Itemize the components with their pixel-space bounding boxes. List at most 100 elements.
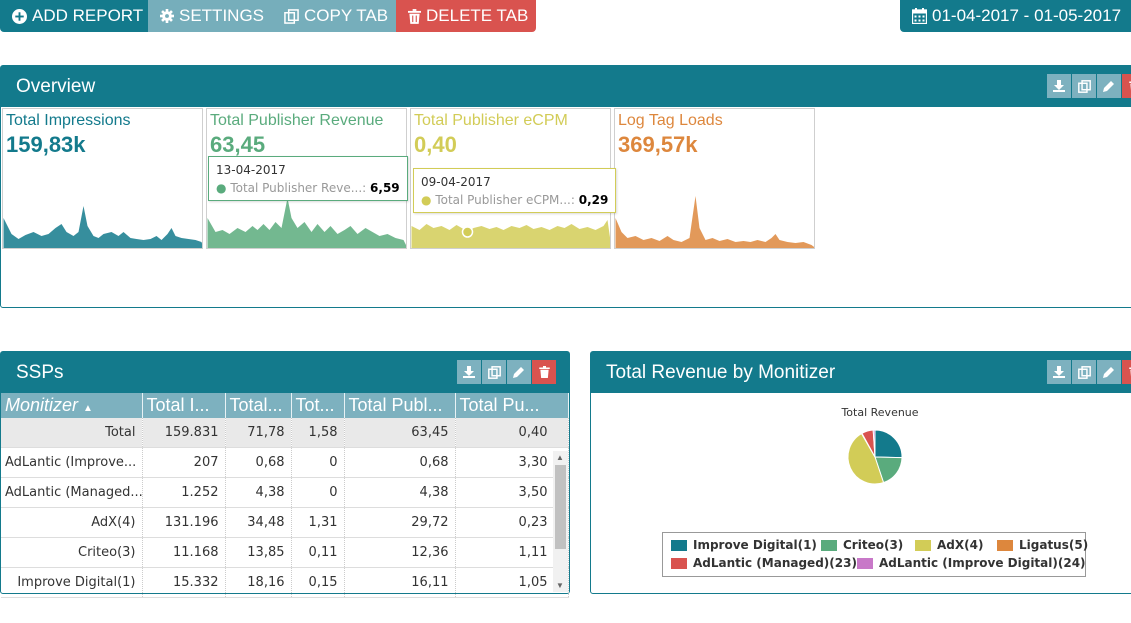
tooltip-date: 13-04-2017	[216, 163, 286, 177]
table-cell: 71,78	[225, 418, 292, 448]
table-scrollbar[interactable]: ▲ ▼	[553, 451, 568, 592]
calendar-icon	[912, 8, 927, 24]
delete-widget-button[interactable]	[532, 360, 556, 384]
date-range-picker[interactable]: 01-04-2017 - 01-05-2017	[900, 0, 1131, 32]
table-cell: 3,30	[455, 447, 569, 478]
legend-label: Ligatus(5)	[1019, 538, 1089, 552]
table-cell: 131.196	[142, 507, 226, 538]
table-row[interactable]: AdX(4) 131.196 34,48 1,31 29,72 0,23	[1, 507, 569, 538]
stat-log-tag-loads[interactable]: Log Tag Loads 369,57k	[614, 108, 815, 249]
download-button[interactable]	[1047, 74, 1071, 98]
date-range-label: 01-04-2017 - 01-05-2017	[932, 6, 1122, 25]
sort-asc-icon: ▲	[83, 403, 93, 414]
ecpm-tooltip: 09-04-2017 ● Total Publisher eCPM...: 0,…	[413, 168, 617, 213]
pie-legend: Improve Digital(1) Criteo(3) AdX(4) Liga…	[662, 532, 1088, 577]
pie-slice-0[interactable]	[874, 429, 903, 459]
table-row[interactable]: Criteo(3) 11.168 13,85 0,11 12,36 1,11	[1, 537, 569, 568]
legend-item[interactable]: Criteo(3)	[821, 538, 903, 552]
table-cell: AdLantic (Improve...	[1, 447, 143, 478]
download-icon	[463, 366, 475, 378]
pencil-icon	[1103, 81, 1114, 92]
overview-title: Overview	[16, 75, 96, 97]
add-report-button[interactable]: ADD REPORT	[0, 0, 148, 32]
legend-swatch	[671, 557, 687, 569]
legend-swatch	[821, 539, 837, 551]
column-header[interactable]: Tot...	[291, 393, 345, 418]
table-cell: 29,72	[344, 507, 456, 538]
table-cell: 0,68	[225, 447, 292, 478]
delete-tab-label: DELETE TAB	[426, 6, 529, 25]
gear-icon	[160, 9, 174, 23]
ssps-title: SSPs	[16, 361, 64, 383]
copy-widget-button[interactable]	[482, 360, 506, 384]
table-cell: 13,85	[225, 537, 292, 568]
table-cell: 12,36	[344, 537, 456, 568]
legend-label: AdLantic (Managed)(23)	[693, 556, 857, 570]
download-button[interactable]	[1047, 360, 1071, 384]
legend-swatch	[915, 539, 931, 551]
copy-icon	[487, 365, 501, 379]
stat-value: 63,45	[210, 132, 266, 157]
delete-tab-button[interactable]: DELETE TAB	[396, 0, 536, 32]
trash-icon	[408, 8, 421, 24]
tooltip-value: 6,59	[370, 181, 400, 195]
revenue-tools	[1047, 360, 1131, 384]
trash-icon	[538, 366, 550, 378]
legend-swatch	[857, 557, 873, 569]
table-total-row: Total 159.831 71,78 1,58 63,45 0,40	[1, 418, 569, 448]
stat-label: Total Publisher eCPM	[414, 112, 568, 129]
legend-swatch	[671, 539, 687, 551]
legend-item[interactable]: AdLantic (Managed)(23)	[671, 556, 857, 570]
table-cell: 4,38	[225, 477, 292, 508]
table-row[interactable]: AdLantic (Managed... 1.252 4,38 0 4,38 3…	[1, 477, 569, 508]
legend-item[interactable]: AdLantic (Improve Digital)(24)	[857, 556, 1086, 570]
scroll-up-icon[interactable]: ▲	[556, 453, 564, 462]
legend-item[interactable]: Ligatus(5)	[997, 538, 1088, 552]
table-cell: 0,40	[455, 418, 569, 448]
column-header[interactable]: Total Publ...	[344, 393, 456, 418]
legend-label: Criteo(3)	[843, 538, 904, 552]
table-cell: 1.252	[142, 477, 226, 508]
edit-button[interactable]	[507, 360, 531, 384]
table-cell: Improve Digital(1)	[1, 567, 143, 598]
copy-icon	[1077, 365, 1091, 379]
tooltip-series: Total Publisher Reve...:	[230, 181, 367, 195]
stat-label: Total Impressions	[6, 112, 131, 129]
settings-button[interactable]: SETTINGS	[148, 0, 272, 32]
pencil-icon	[513, 367, 524, 378]
table-cell: AdX(4)	[1, 507, 143, 538]
copy-tab-button[interactable]: COPY TAB	[272, 0, 396, 32]
tooltip-series: Total Publisher eCPM...:	[435, 193, 575, 207]
pencil-icon	[1103, 367, 1114, 378]
legend-item[interactable]: Improve Digital(1)	[671, 538, 817, 552]
scroll-down-icon[interactable]: ▼	[556, 581, 564, 590]
copy-tab-label: COPY TAB	[304, 6, 389, 25]
copy-widget-button[interactable]	[1072, 74, 1096, 98]
column-header[interactable]: Total I...	[142, 393, 226, 418]
stat-total-impressions[interactable]: Total Impressions 159,83k	[2, 108, 203, 249]
stat-label: Log Tag Loads	[618, 112, 723, 129]
chart-menu-icon[interactable]: ⋮	[1125, 404, 1131, 421]
table-row[interactable]: Improve Digital(1) 15.332 18,16 0,15 16,…	[1, 567, 569, 598]
table-cell: Criteo(3)	[1, 537, 143, 568]
revenue-tooltip: 13-04-2017 ● Total Publisher Reve...: 6,…	[208, 156, 408, 201]
download-button[interactable]	[457, 360, 481, 384]
copy-widget-button[interactable]	[1072, 360, 1096, 384]
ssps-tools	[457, 360, 556, 384]
edit-button[interactable]	[1097, 74, 1121, 98]
column-header[interactable]: Total Pu...	[455, 393, 569, 418]
download-icon	[1053, 366, 1065, 378]
stat-value: 369,57k	[618, 132, 698, 157]
delete-widget-button[interactable]	[1122, 74, 1131, 98]
scroll-thumb[interactable]	[555, 465, 566, 549]
column-header[interactable]: Monitizer ▲	[1, 393, 143, 418]
table-cell: 1,05	[455, 567, 569, 598]
tooltip-date: 09-04-2017	[421, 175, 491, 189]
legend-item[interactable]: AdX(4)	[915, 538, 983, 552]
column-header[interactable]: Total...	[225, 393, 292, 418]
table-row[interactable]: AdLantic (Improve... 207 0,68 0 0,68 3,3…	[1, 447, 569, 478]
delete-widget-button[interactable]	[1122, 360, 1131, 384]
tooltip-value: 0,29	[578, 193, 609, 207]
edit-button[interactable]	[1097, 360, 1121, 384]
table-cell: 18,16	[225, 567, 292, 598]
